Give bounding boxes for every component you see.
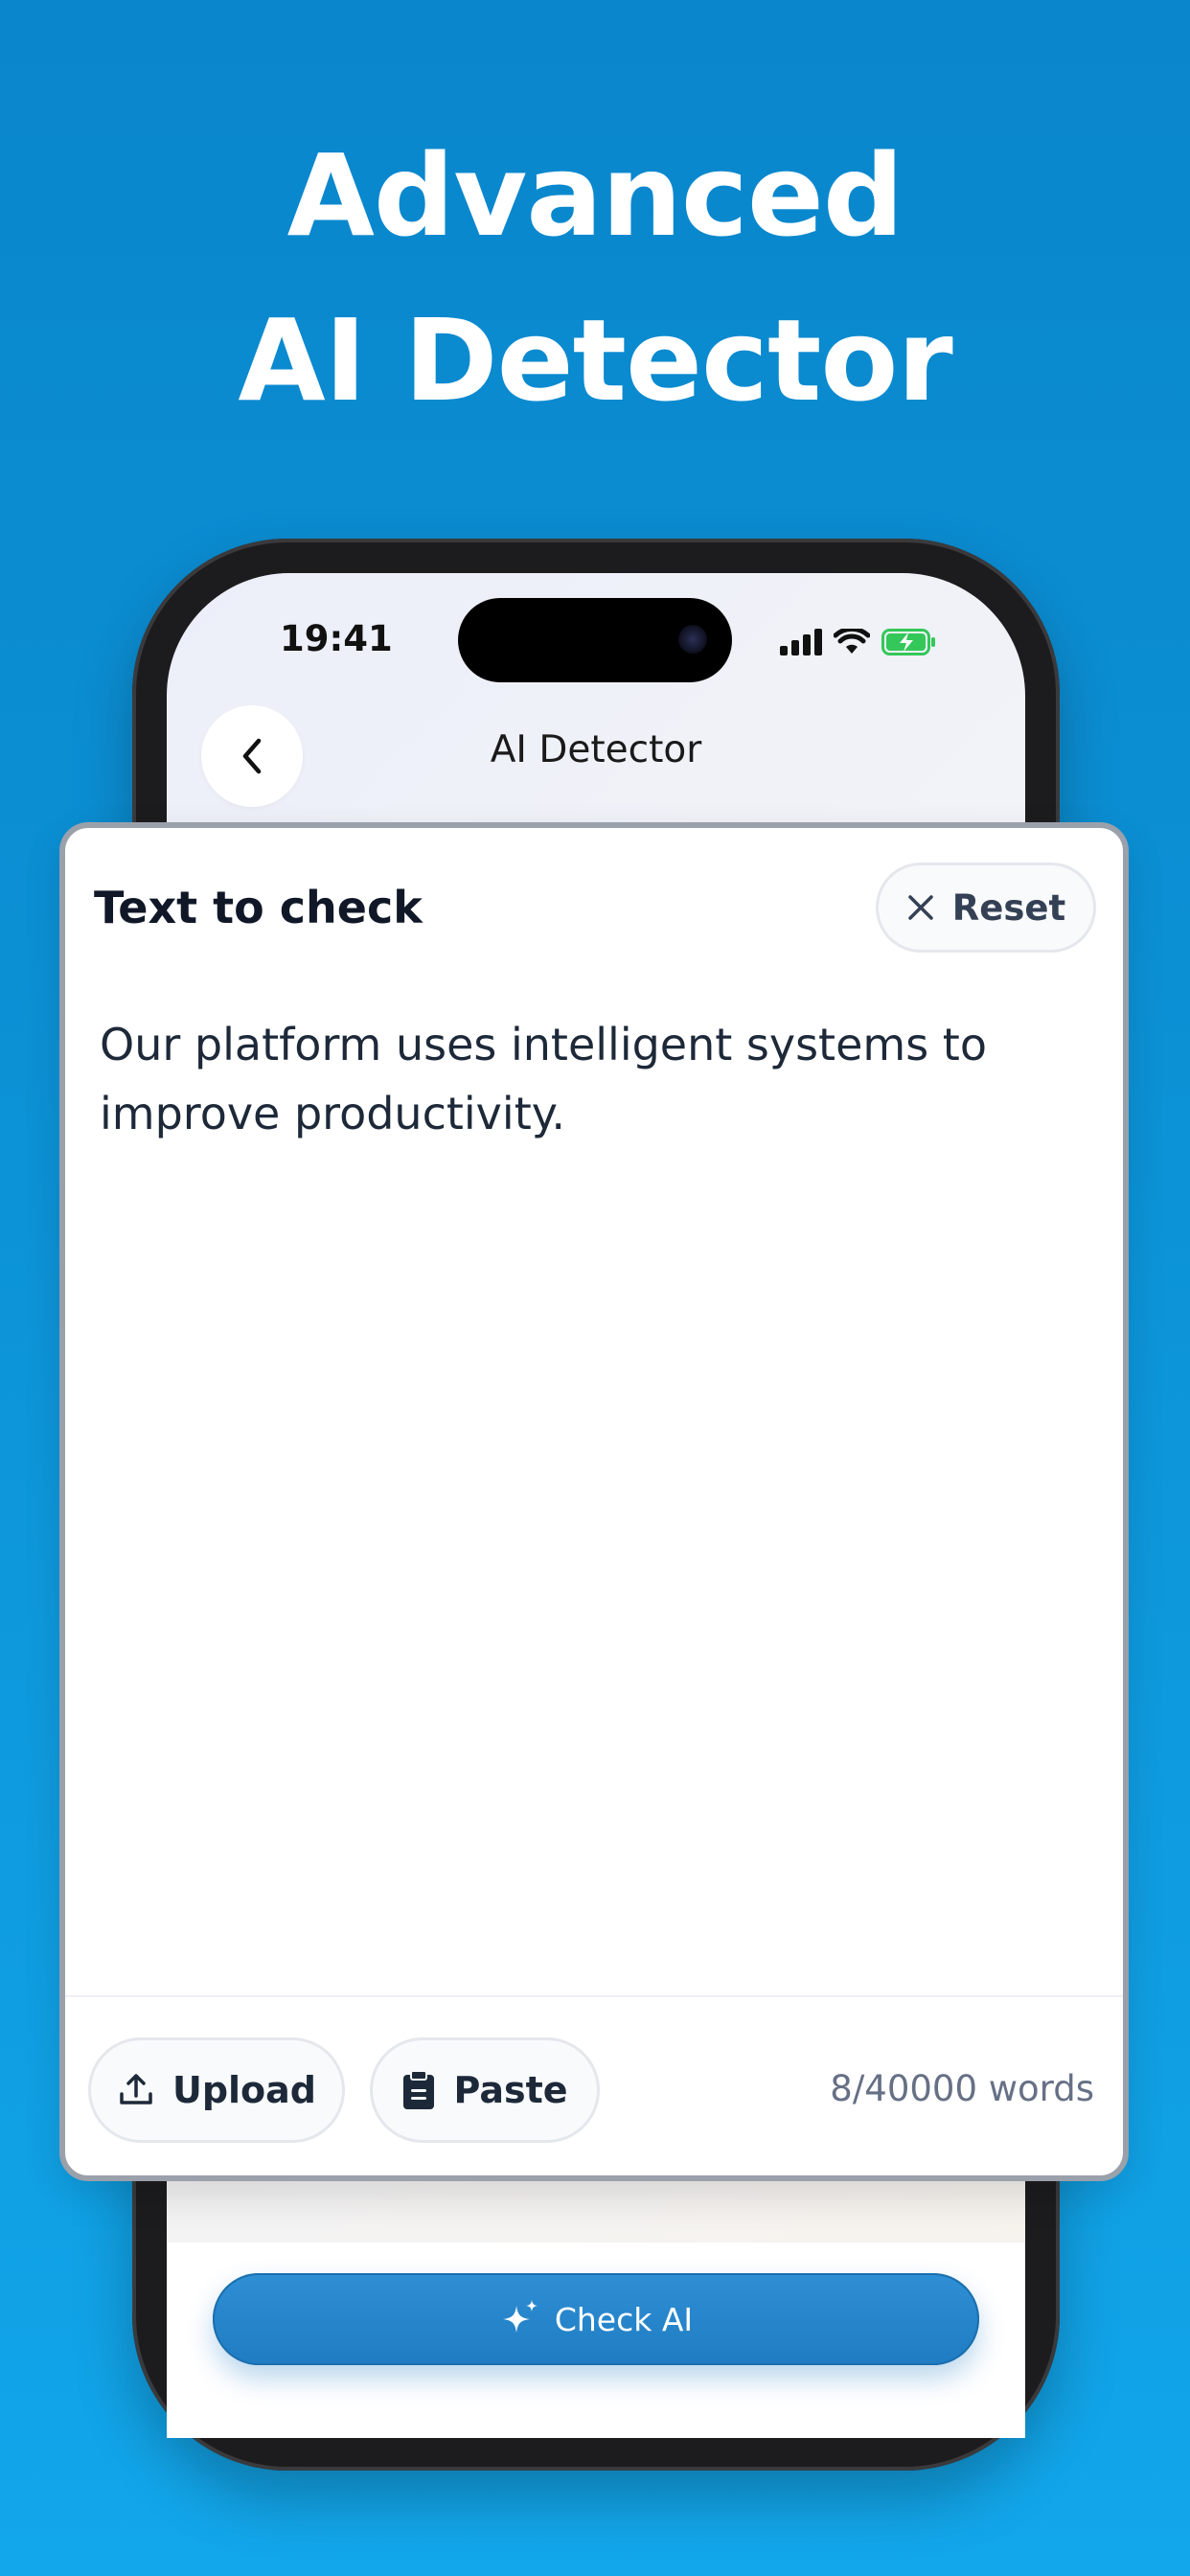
battery-charging-icon (881, 629, 935, 656)
close-icon (908, 895, 933, 920)
reset-button[interactable]: Reset (876, 862, 1096, 953)
reset-label: Reset (951, 886, 1066, 929)
paste-button[interactable]: Paste (370, 2037, 600, 2143)
divider (65, 1995, 1123, 1997)
headline-line-2: AI Detector (238, 294, 952, 426)
headline-line-1: Advanced (286, 129, 904, 262)
upload-button[interactable]: Upload (88, 2037, 345, 2143)
wifi-icon (834, 629, 870, 654)
cellular-signal-icon (780, 629, 822, 656)
check-ai-label: Check AI (554, 2300, 694, 2338)
status-time: 19:41 (280, 618, 393, 659)
headline: Advanced AI Detector (0, 113, 1190, 443)
upload-icon (120, 2074, 152, 2104)
card-title: Text to check (94, 882, 423, 933)
text-input[interactable]: Our platform uses intelligent systems to… (100, 1010, 1077, 1148)
upload-label: Upload (172, 2069, 317, 2111)
check-ai-button[interactable]: Check AI (213, 2273, 979, 2365)
text-input-card: Text to check Reset Our platform uses in… (59, 822, 1129, 2181)
word-count: 8/40000 words (830, 2068, 1094, 2109)
nav-title: AI Detector (490, 728, 702, 771)
camera-icon (678, 625, 707, 654)
paste-label: Paste (453, 2069, 568, 2111)
status-icons (780, 625, 937, 659)
sparkles-icon (502, 2300, 538, 2333)
clipboard-icon (403, 2070, 435, 2109)
